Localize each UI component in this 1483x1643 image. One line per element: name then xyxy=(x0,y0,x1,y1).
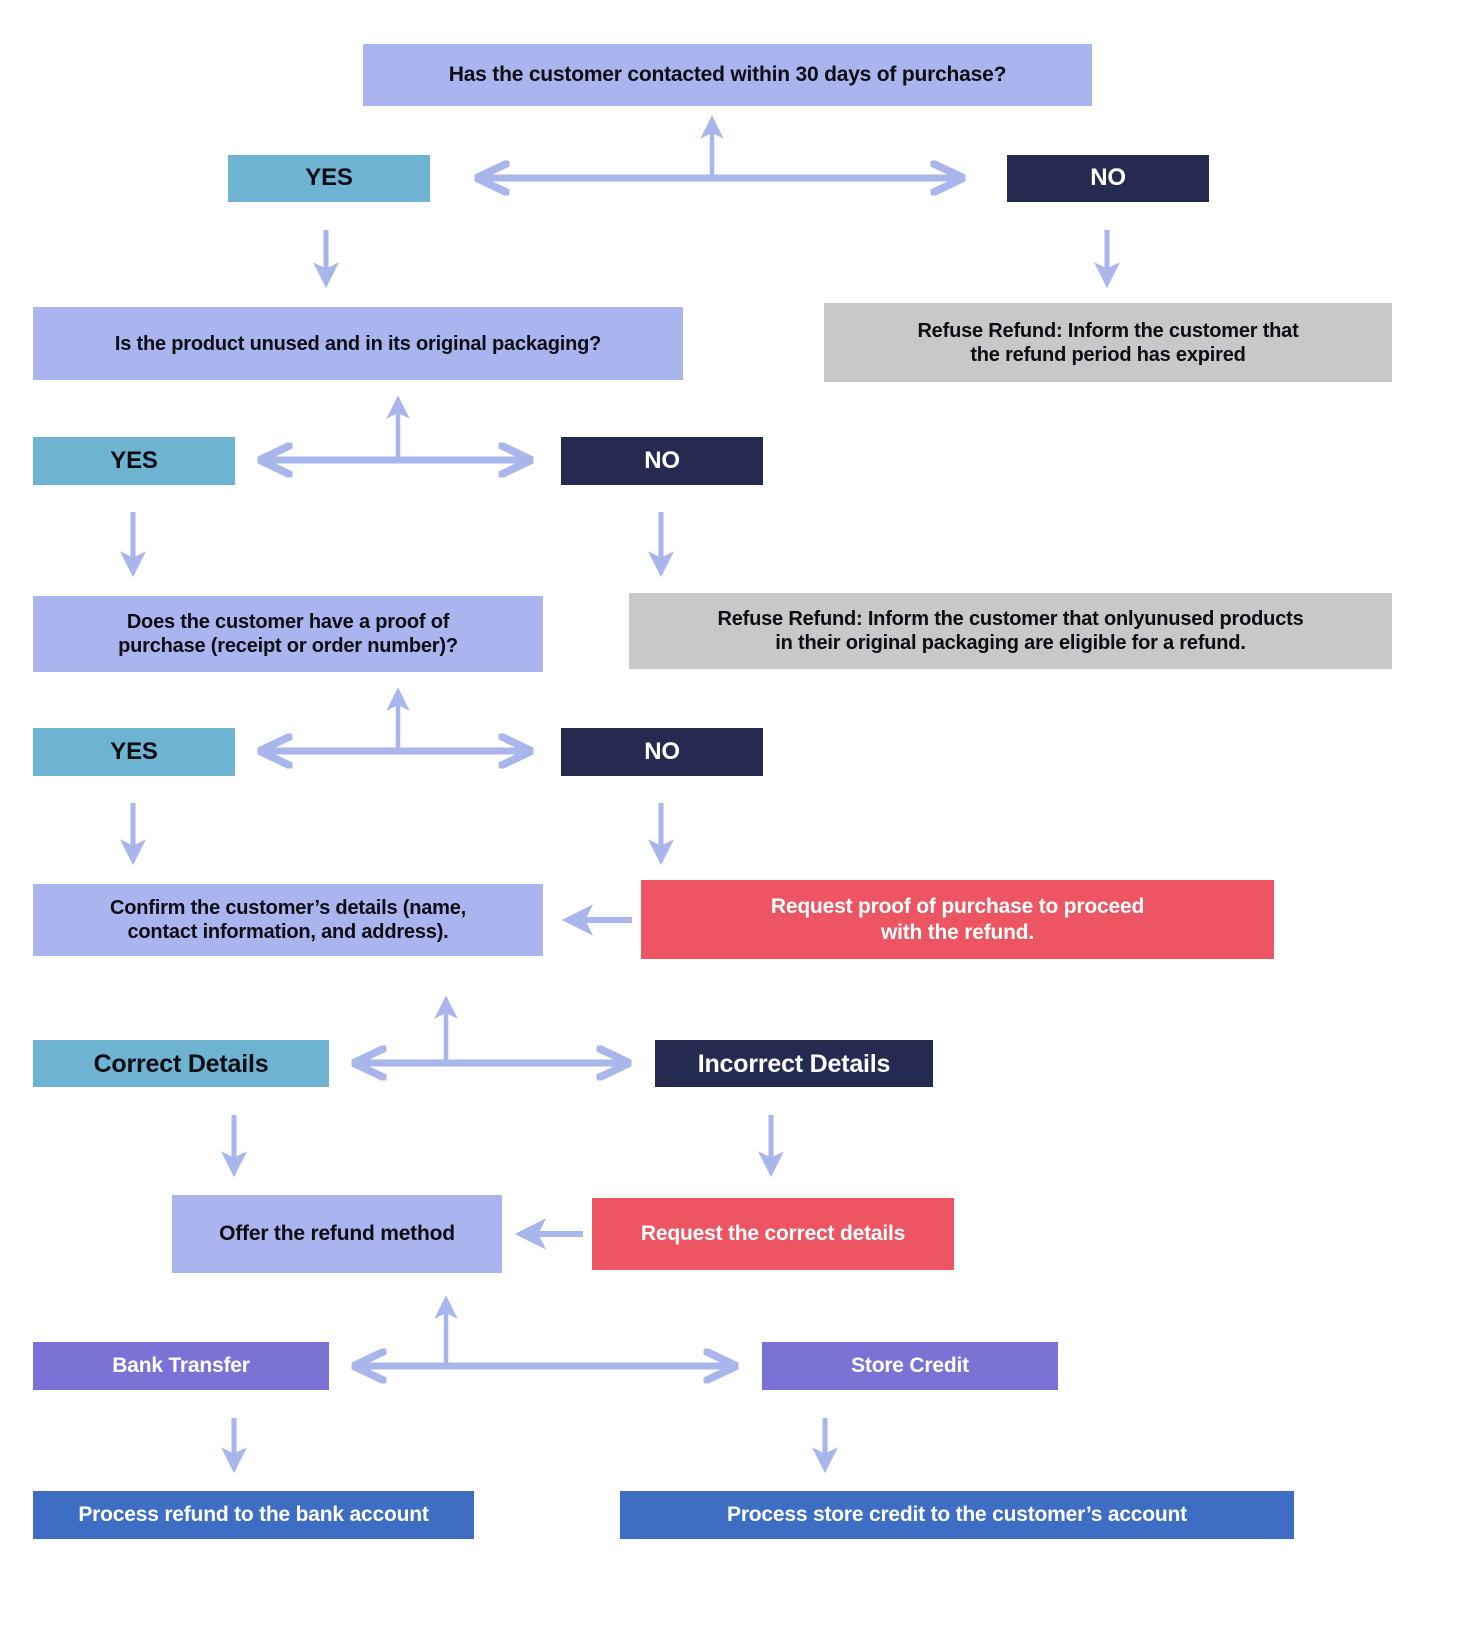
node-refuse-refund-packaging[interactable]: Refuse Refund: Inform the customer that … xyxy=(629,593,1392,669)
node-refuse-refund-expired[interactable]: Refuse Refund: Inform the customer that … xyxy=(824,303,1392,382)
connector-branch-2 xyxy=(261,395,530,460)
connector-branch-5 xyxy=(355,1295,735,1366)
node-question-unused-packaging[interactable]: Is the product unused and in its origina… xyxy=(33,307,683,380)
connector-branch-4 xyxy=(355,995,628,1063)
connector-branch-3 xyxy=(261,687,530,751)
node-bank-transfer[interactable]: Bank Transfer xyxy=(33,1342,329,1390)
node-process-store-credit-account[interactable]: Process store credit to the customer’s a… xyxy=(620,1491,1294,1539)
node-incorrect-details[interactable]: Incorrect Details xyxy=(655,1040,933,1087)
node-question-proof-of-purchase[interactable]: Does the customer have a proof of purcha… xyxy=(33,596,543,672)
node-no-unused[interactable]: NO xyxy=(561,437,763,485)
connector-layer xyxy=(120,115,1120,1474)
node-yes-contacted[interactable]: YES xyxy=(228,155,430,202)
node-no-contacted[interactable]: NO xyxy=(1007,155,1209,202)
node-confirm-customer-details[interactable]: Confirm the customer’s details (name, co… xyxy=(33,884,543,956)
node-store-credit[interactable]: Store Credit xyxy=(762,1342,1058,1390)
node-question-contacted-30-days[interactable]: Has the customer contacted within 30 day… xyxy=(363,44,1092,106)
node-yes-unused[interactable]: YES xyxy=(33,437,235,485)
node-yes-proof[interactable]: YES xyxy=(33,728,235,776)
flowchart-canvas: Has the customer contacted within 30 day… xyxy=(0,0,1483,1643)
node-offer-refund-method[interactable]: Offer the refund method xyxy=(172,1195,502,1273)
node-correct-details[interactable]: Correct Details xyxy=(33,1040,329,1087)
node-request-proof-of-purchase[interactable]: Request proof of purchase to proceed wit… xyxy=(641,880,1274,959)
connector-branch-1 xyxy=(478,115,962,178)
node-process-refund-bank-account[interactable]: Process refund to the bank account xyxy=(33,1491,474,1539)
node-no-proof[interactable]: NO xyxy=(561,728,763,776)
node-request-correct-details[interactable]: Request the correct details xyxy=(592,1198,954,1270)
